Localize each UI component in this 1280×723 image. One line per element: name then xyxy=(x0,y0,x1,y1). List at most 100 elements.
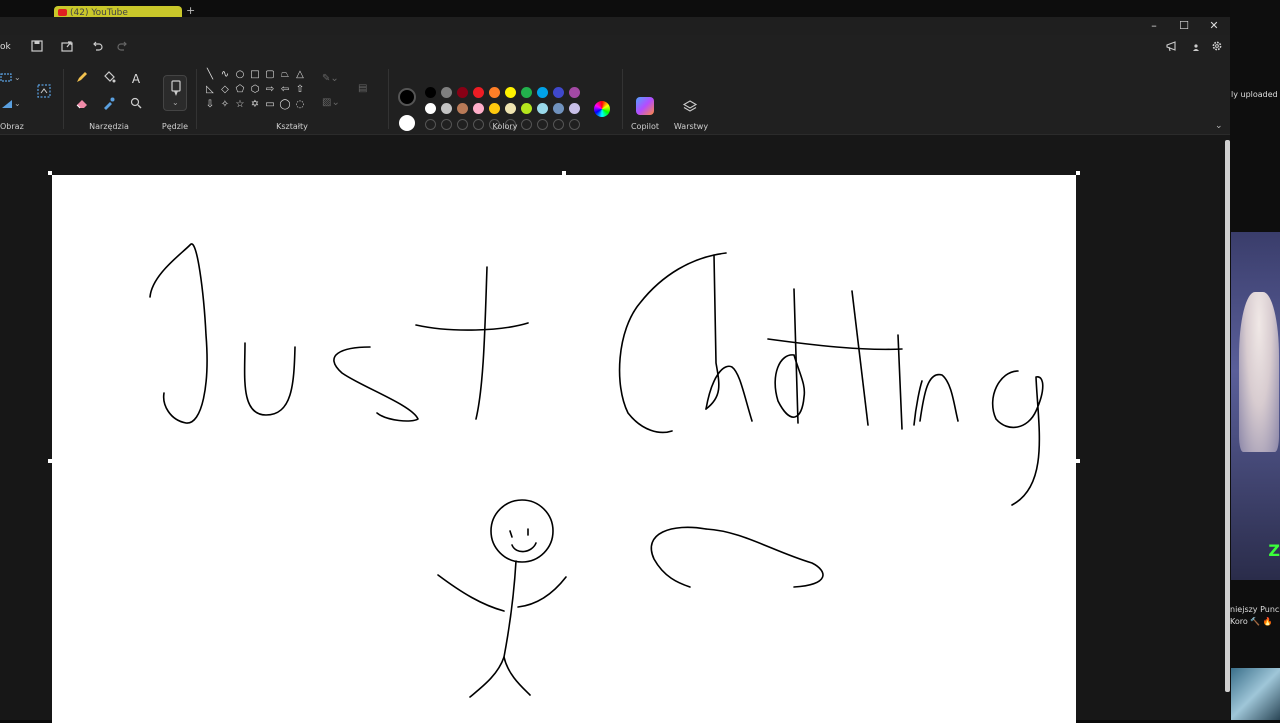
color-swatch[interactable] xyxy=(569,87,580,98)
fill-style-icon[interactable]: ▨⌄ xyxy=(322,97,340,108)
close-button[interactable]: ✕ xyxy=(1199,18,1229,34)
cloud-callout-shape-icon[interactable]: ◌ xyxy=(294,99,306,111)
hexagon-shape-icon[interactable]: ⬡ xyxy=(249,84,261,96)
primary-color-swatch[interactable] xyxy=(398,88,416,106)
resize-handle[interactable] xyxy=(48,171,52,175)
color-swatch[interactable] xyxy=(505,87,516,98)
rounded-rectangle-shape-icon[interactable]: ▢ xyxy=(264,69,276,81)
color-swatch[interactable] xyxy=(537,87,548,98)
gear-icon[interactable] xyxy=(1207,40,1227,58)
ribbon-divider xyxy=(622,69,623,129)
color-swatch[interactable] xyxy=(505,103,516,114)
megaphone-icon[interactable] xyxy=(1162,40,1182,58)
right-triangle-shape-icon[interactable]: ◺ xyxy=(204,84,216,96)
brush-dropdown-icon: ⌄ xyxy=(172,98,179,107)
resize-handle[interactable] xyxy=(48,459,52,463)
collapse-ribbon-icon[interactable]: ⌄ xyxy=(1215,121,1223,131)
custom-color-slot[interactable] xyxy=(569,119,580,130)
resize-handle[interactable] xyxy=(1076,459,1080,463)
color-swatch[interactable] xyxy=(473,87,484,98)
edit-colors-icon[interactable] xyxy=(594,101,610,117)
ribbon-divider xyxy=(388,69,389,129)
youtube-icon xyxy=(58,9,67,16)
custom-color-slot[interactable] xyxy=(537,119,548,130)
up-arrow-shape-icon[interactable]: ⇧ xyxy=(294,84,306,96)
share-icon[interactable] xyxy=(57,40,77,58)
custom-color-slot[interactable] xyxy=(441,119,452,130)
file-menu[interactable]: ok xyxy=(0,42,11,52)
color-swatch[interactable] xyxy=(473,103,484,114)
layers-icon[interactable] xyxy=(682,99,698,119)
ribbon-divider xyxy=(63,69,64,129)
shape-size-icon[interactable]: ▤ xyxy=(358,83,367,94)
line-shape-icon[interactable]: ╲ xyxy=(204,69,216,81)
quick-access-toolbar: ok xyxy=(0,35,1230,63)
color-swatch[interactable] xyxy=(425,87,436,98)
canvas-workspace xyxy=(0,135,1230,723)
new-tab-button[interactable]: + xyxy=(186,4,195,17)
triangle-shape-icon[interactable]: △ xyxy=(294,69,306,81)
save-icon[interactable] xyxy=(27,40,47,58)
rectangle-shape-icon[interactable]: □ xyxy=(249,69,261,81)
color-swatch[interactable] xyxy=(441,87,452,98)
ribbon-divider xyxy=(196,69,197,129)
outline-icon[interactable]: ✎⌄ xyxy=(322,73,339,84)
oval-callout-shape-icon[interactable]: ◯ xyxy=(279,99,291,111)
resize-handle[interactable] xyxy=(1076,171,1080,175)
video-title[interactable]: niejszy Punch Koro 🔨 🔥 xyxy=(1230,604,1280,628)
diamond-shape-icon[interactable]: ◇ xyxy=(219,84,231,96)
crop-icon[interactable] xyxy=(35,83,53,101)
minimize-button[interactable]: – xyxy=(1139,18,1169,34)
paint-window: – ☐ ✕ ok ⌄ ⌄ Obraz A Narzędzia ⌄ Pędzle … xyxy=(0,17,1230,723)
select-dropdown-icon[interactable]: ⌄ xyxy=(14,73,21,82)
account-icon[interactable] xyxy=(1186,40,1206,58)
custom-color-slot[interactable] xyxy=(473,119,484,130)
uploaded-label: ly uploaded xyxy=(1231,90,1278,99)
color-swatch[interactable] xyxy=(441,103,452,114)
custom-color-slot[interactable] xyxy=(425,119,436,130)
maximize-button[interactable]: ☐ xyxy=(1169,18,1199,34)
undo-icon[interactable] xyxy=(87,40,107,58)
copilot-icon[interactable] xyxy=(636,97,654,115)
right-arrow-shape-icon[interactable]: ⇨ xyxy=(264,84,276,96)
color-swatch[interactable] xyxy=(553,87,564,98)
oval-shape-icon[interactable]: ○ xyxy=(234,69,246,81)
vertical-scrollbar[interactable] xyxy=(1225,140,1230,692)
color-swatch[interactable] xyxy=(489,103,500,114)
color-picker-icon[interactable] xyxy=(100,96,118,114)
pencil-icon[interactable] xyxy=(73,70,91,88)
brush-button[interactable]: ⌄ xyxy=(163,75,187,111)
video-thumbnail-2[interactable] xyxy=(1231,668,1280,720)
secondary-color-swatch[interactable] xyxy=(399,115,415,131)
drawing-canvas[interactable] xyxy=(52,175,1076,723)
color-swatch[interactable] xyxy=(489,87,500,98)
rotate-dropdown-icon[interactable]: ⌄ xyxy=(14,99,21,108)
custom-color-slot[interactable] xyxy=(521,119,532,130)
pentagon-shape-icon[interactable]: ⬠ xyxy=(234,84,246,96)
six-point-star-shape-icon[interactable]: ✡ xyxy=(249,99,261,111)
color-swatch[interactable] xyxy=(457,87,468,98)
four-point-star-shape-icon[interactable]: ✧ xyxy=(219,99,231,111)
down-arrow-shape-icon[interactable]: ⇩ xyxy=(204,99,216,111)
curve-shape-icon[interactable]: ∿ xyxy=(219,69,231,81)
color-swatch[interactable] xyxy=(521,103,532,114)
five-point-star-shape-icon[interactable]: ☆ xyxy=(234,99,246,111)
video-thumbnail[interactable]: Z xyxy=(1231,232,1280,580)
color-swatch[interactable] xyxy=(521,87,532,98)
color-swatch[interactable] xyxy=(537,103,548,114)
fill-icon[interactable] xyxy=(100,70,118,88)
resize-handle[interactable] xyxy=(562,171,566,175)
text-icon[interactable]: A xyxy=(127,70,145,88)
custom-color-slot[interactable] xyxy=(553,119,564,130)
redo-icon[interactable] xyxy=(113,40,133,58)
color-swatch[interactable] xyxy=(569,103,580,114)
magnifier-icon[interactable] xyxy=(127,96,145,114)
left-arrow-shape-icon[interactable]: ⇦ xyxy=(279,84,291,96)
polygon-shape-icon[interactable]: ⏢ xyxy=(279,69,291,81)
color-swatch[interactable] xyxy=(457,103,468,114)
rounded-callout-shape-icon[interactable]: ▭ xyxy=(264,99,276,111)
color-swatch[interactable] xyxy=(425,103,436,114)
color-swatch[interactable] xyxy=(553,103,564,114)
custom-color-slot[interactable] xyxy=(457,119,468,130)
eraser-icon[interactable] xyxy=(73,96,91,114)
